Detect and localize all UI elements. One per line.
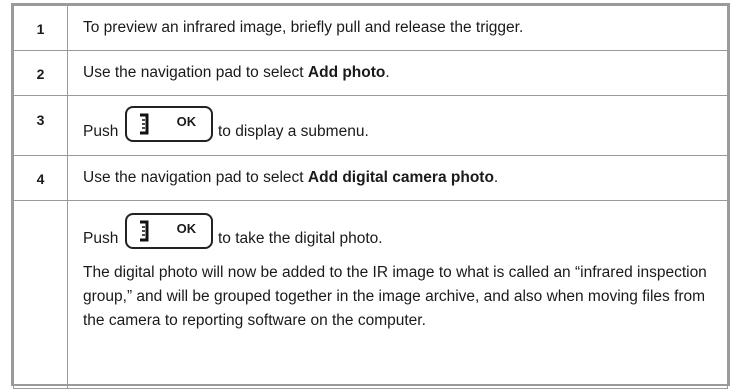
step-text-after: to display a submenu. [217,123,369,140]
step-text-after: to take the digital photo. [217,230,383,247]
menu-item-name: Add photo [307,64,386,81]
ok-key-button: OK [124,106,213,142]
step-text: Push OK to display a submenu. [67,95,728,156]
step-text: Push OK to take the digital photo. The d… [67,200,728,389]
step-text: Use the navigation pad to select Add dig… [67,155,728,201]
step-text-after: . [385,64,390,81]
steps-table: 1 To preview an infrared image, briefly … [13,5,728,389]
step-text-after: . [493,169,499,186]
step-text-before: Push [83,230,119,247]
step-number: 4 [13,155,68,201]
step-row-2: 2 Use the navigation pad to select Add p… [13,50,728,96]
step-number: 3 [13,95,68,156]
step-row-5: Push OK to take the digital photo. The d… [13,200,728,389]
instruction-table: 1 To preview an infrared image, briefly … [11,3,730,389]
save-bracket-icon [139,220,149,242]
ok-key-label: OK [176,221,197,236]
step-number: 2 [13,50,68,96]
step-text: Use the navigation pad to select Add pho… [67,50,728,96]
menu-item-name: Add digital camera photo [307,169,494,186]
step-text: To preview an infrared image, briefly pu… [67,5,728,51]
step-text-before: Use the navigation pad to select [83,169,308,186]
ok-key-button: OK [124,213,213,249]
step-paragraph: The digital photo will now be added to t… [83,264,707,329]
step-row-1: 1 To preview an infrared image, briefly … [13,5,728,51]
step-text-before: Push [83,123,119,140]
step-number: 1 [13,5,68,51]
ok-key-label: OK [176,114,197,129]
step-row-3: 3 Push OK to display a submenu. [13,95,728,156]
step-row-4: 4 Use the navigation pad to select Add d… [13,155,728,201]
save-bracket-icon [139,113,149,135]
step-number [13,200,68,389]
step-text-before: Use the navigation pad to select [83,64,308,81]
